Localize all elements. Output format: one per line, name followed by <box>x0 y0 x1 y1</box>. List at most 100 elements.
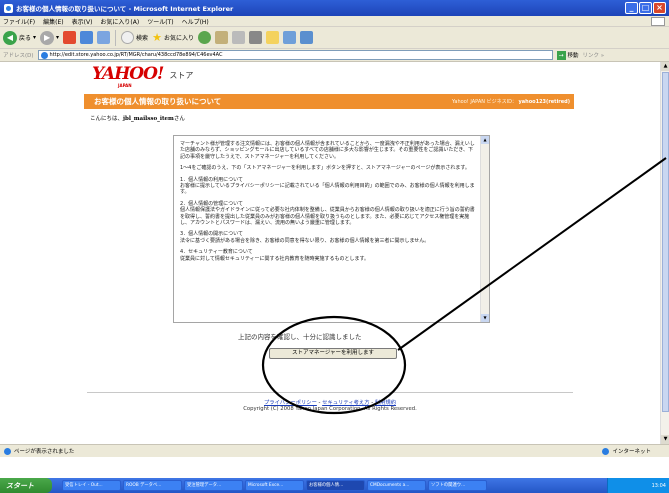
menu-file[interactable]: ファイル(F) <box>3 17 35 26</box>
scroll-up-icon[interactable]: ▲ <box>481 136 489 144</box>
task-items: 受信トレイ - Out... ROOB データベ... 受注管理データ... M… <box>62 480 487 491</box>
task-item[interactable]: お客様の個人情... <box>306 480 365 491</box>
task-item[interactable]: ソフトの関連ウ... <box>428 480 487 491</box>
star-icon: ★ <box>152 31 162 44</box>
title-bar: お客様の個人情報の取り扱いについて - Microsoft Internet E… <box>0 0 669 16</box>
toolbar: ◀ 戻る ▾ ▶ ▾ 検索 ★ お気に入り <box>0 27 669 49</box>
go-label: 移動 <box>567 53 579 59</box>
search-icon <box>121 31 135 44</box>
back-label: 戻る <box>19 35 32 42</box>
task-item[interactable]: Microsoft Exce... <box>245 480 304 491</box>
address-input[interactable]: http://edit.store.yahoo.co.jp/RT/MGR/cha… <box>37 50 553 60</box>
globe-icon <box>602 447 610 455</box>
clock: 13:04 <box>651 482 666 489</box>
business-id-label: Yahoo! JAPAN ビジネスID： <box>452 99 517 105</box>
close-button[interactable]: × <box>653 2 666 14</box>
title-banner: お客様の個人情報の取り扱いについて Yahoo! JAPAN ビジネスID： y… <box>84 94 574 109</box>
terms-paragraph: 4．セキュリティー教育について 従業員に対して情報セキュリティーに関する社内教育… <box>180 249 370 262</box>
start-label: スタート <box>6 481 34 490</box>
window-controls: _ □ × <box>625 2 666 14</box>
user-name: jbl_mailsso_item <box>123 116 174 122</box>
favorites-button[interactable]: ★ お気に入り <box>152 31 194 44</box>
window-title: お客様の個人情報の取り扱いについて - Microsoft Internet E… <box>16 5 234 13</box>
scroll-down-icon[interactable]: ▼ <box>661 435 669 444</box>
terms-textarea[interactable]: マーチャント様が管理する注文情報には、お客様の個人情報が含まれていることから、一… <box>173 135 490 323</box>
address-bar: アドレス(D) http://edit.store.yahoo.co.jp/RT… <box>0 49 669 62</box>
copyright: Copyright (C) 2008 Yahoo Japan Corporati… <box>243 406 417 412</box>
task-item[interactable]: 受信トレイ - Out... <box>62 480 121 491</box>
terms-text: マーチャント様が管理する注文情報には、お客様の個人情報が含まれていることから、一… <box>174 136 481 322</box>
menu-edit[interactable]: 編集(E) <box>43 17 63 26</box>
print-icon[interactable] <box>248 31 262 44</box>
terms-paragraph: 3．個人情報の開示について 法令に基づく要請がある場合を除き、お客様の同意を得な… <box>180 231 430 244</box>
maximize-button[interactable]: □ <box>639 2 652 14</box>
scroll-down-icon[interactable]: ▼ <box>481 314 489 322</box>
terms-paragraph: 1．個人情報の利用について お客様に提示しているプライバシーポリシーに記載されて… <box>180 176 475 196</box>
business-id-value: yahoo123(retired) <box>518 99 570 105</box>
scroll-thumb[interactable] <box>662 72 669 412</box>
links-label[interactable]: リンク » <box>583 51 605 59</box>
confirm-text: 上記の内容を確認し、十分に認識しました <box>238 333 362 341</box>
page-status-icon <box>4 447 11 455</box>
minimize-button[interactable]: _ <box>625 2 638 14</box>
terms-paragraph: 2．個人情報の管理について 個人情報保護法やガイドラインに従って必要な社内体制を… <box>180 200 475 227</box>
yahoo-logo[interactable]: YAHOO! <box>92 65 164 83</box>
dropdown-arrow-icon: ▾ <box>56 34 60 41</box>
terms-paragraph: マーチャント様が管理する注文情報には、お客様の個人情報が含まれていることから、一… <box>180 141 475 160</box>
back-button[interactable]: ◀ 戻る ▾ <box>3 30 37 45</box>
discuss-icon[interactable] <box>299 31 313 44</box>
zone-label: インターネット <box>612 449 651 455</box>
start-button[interactable]: スタート <box>0 478 52 493</box>
refresh-icon[interactable] <box>80 31 94 44</box>
yahoo-logo-sub: JAPAN <box>118 83 132 88</box>
address-url: http://edit.store.yahoo.co.jp/RT/MGR/cha… <box>49 52 223 58</box>
home-icon[interactable] <box>97 31 111 44</box>
footer-links: プライバシーポリシー - セキュリティ考え方 - 利用規約 <box>0 398 660 406</box>
menu-favorites[interactable]: お気に入り(A) <box>100 17 139 26</box>
greeting-prefix: こんにちは、 <box>90 116 124 122</box>
greeting-suffix: さん <box>173 116 185 122</box>
favorites-label: お気に入り <box>163 35 194 42</box>
page-scrollbar[interactable]: ▲ ▼ <box>660 62 669 444</box>
folder-icon[interactable] <box>265 31 279 44</box>
forward-arrow-icon: ▶ <box>40 30 55 45</box>
status-text: ページが表示されました <box>14 449 75 455</box>
page-title: お客様の個人情報の取り扱いについて <box>94 97 222 106</box>
page-content: YAHOO! JAPAN ストア お客様の個人情報の取り扱いについて Yahoo… <box>0 62 660 444</box>
security-zone: インターネット <box>602 447 651 455</box>
back-arrow-icon: ◀ <box>3 30 17 45</box>
forward-button[interactable]: ▶ ▾ <box>40 30 60 45</box>
dropdown-arrow-icon: ▾ <box>33 34 37 41</box>
mail-icon[interactable] <box>231 31 245 44</box>
header-logo: YAHOO! JAPAN ストア <box>92 65 193 88</box>
menu-bar: ファイル(F) 編集(E) 表示(V) お気に入り(A) ツール(T) ヘルプ(… <box>0 16 669 27</box>
toolbar-separator <box>115 29 117 46</box>
search-label: 検索 <box>136 35 149 42</box>
media-icon[interactable] <box>197 31 211 44</box>
status-bar: ページが表示されました インターネット <box>0 444 669 457</box>
terms-scrollbar[interactable]: ▲ ▼ <box>480 136 489 322</box>
scroll-up-icon[interactable]: ▲ <box>661 62 669 71</box>
task-item[interactable]: ROOB データベ... <box>123 480 182 491</box>
go-button[interactable]: → 移動 <box>556 50 579 60</box>
greeting: こんにちは、jbl_mailsso_itemさん <box>90 114 185 122</box>
task-item[interactable]: 受注管理データ... <box>184 480 243 491</box>
address-label: アドレス(D) <box>3 53 34 59</box>
taskbar: スタート 受信トレイ - Out... ROOB データベ... 受注管理データ… <box>0 478 669 493</box>
menu-help[interactable]: ヘルプ(H) <box>182 17 209 26</box>
messenger-icon[interactable] <box>282 31 296 44</box>
system-tray: 13:04 <box>607 478 669 493</box>
ie-icon <box>4 3 13 13</box>
stop-icon[interactable] <box>63 31 77 44</box>
windows-logo-icon <box>651 17 665 26</box>
terms-paragraph: 1～4をご確認のうえ、下の「ストアマネージャーを利用します」ボタンを押すと、スト… <box>180 165 470 172</box>
menu-view[interactable]: 表示(V) <box>72 17 93 26</box>
page-icon <box>40 51 48 59</box>
task-item[interactable]: CMDocuments a... <box>367 480 426 491</box>
menu-tools[interactable]: ツール(T) <box>147 17 173 26</box>
use-store-manager-button[interactable]: ストアマネージャーを利用します <box>269 348 397 359</box>
search-button[interactable]: 検索 <box>121 31 148 44</box>
business-id: Yahoo! JAPAN ビジネスID： yahoo123(retired) <box>452 98 570 105</box>
history-icon[interactable] <box>214 31 228 44</box>
go-arrow-icon: → <box>556 50 566 60</box>
